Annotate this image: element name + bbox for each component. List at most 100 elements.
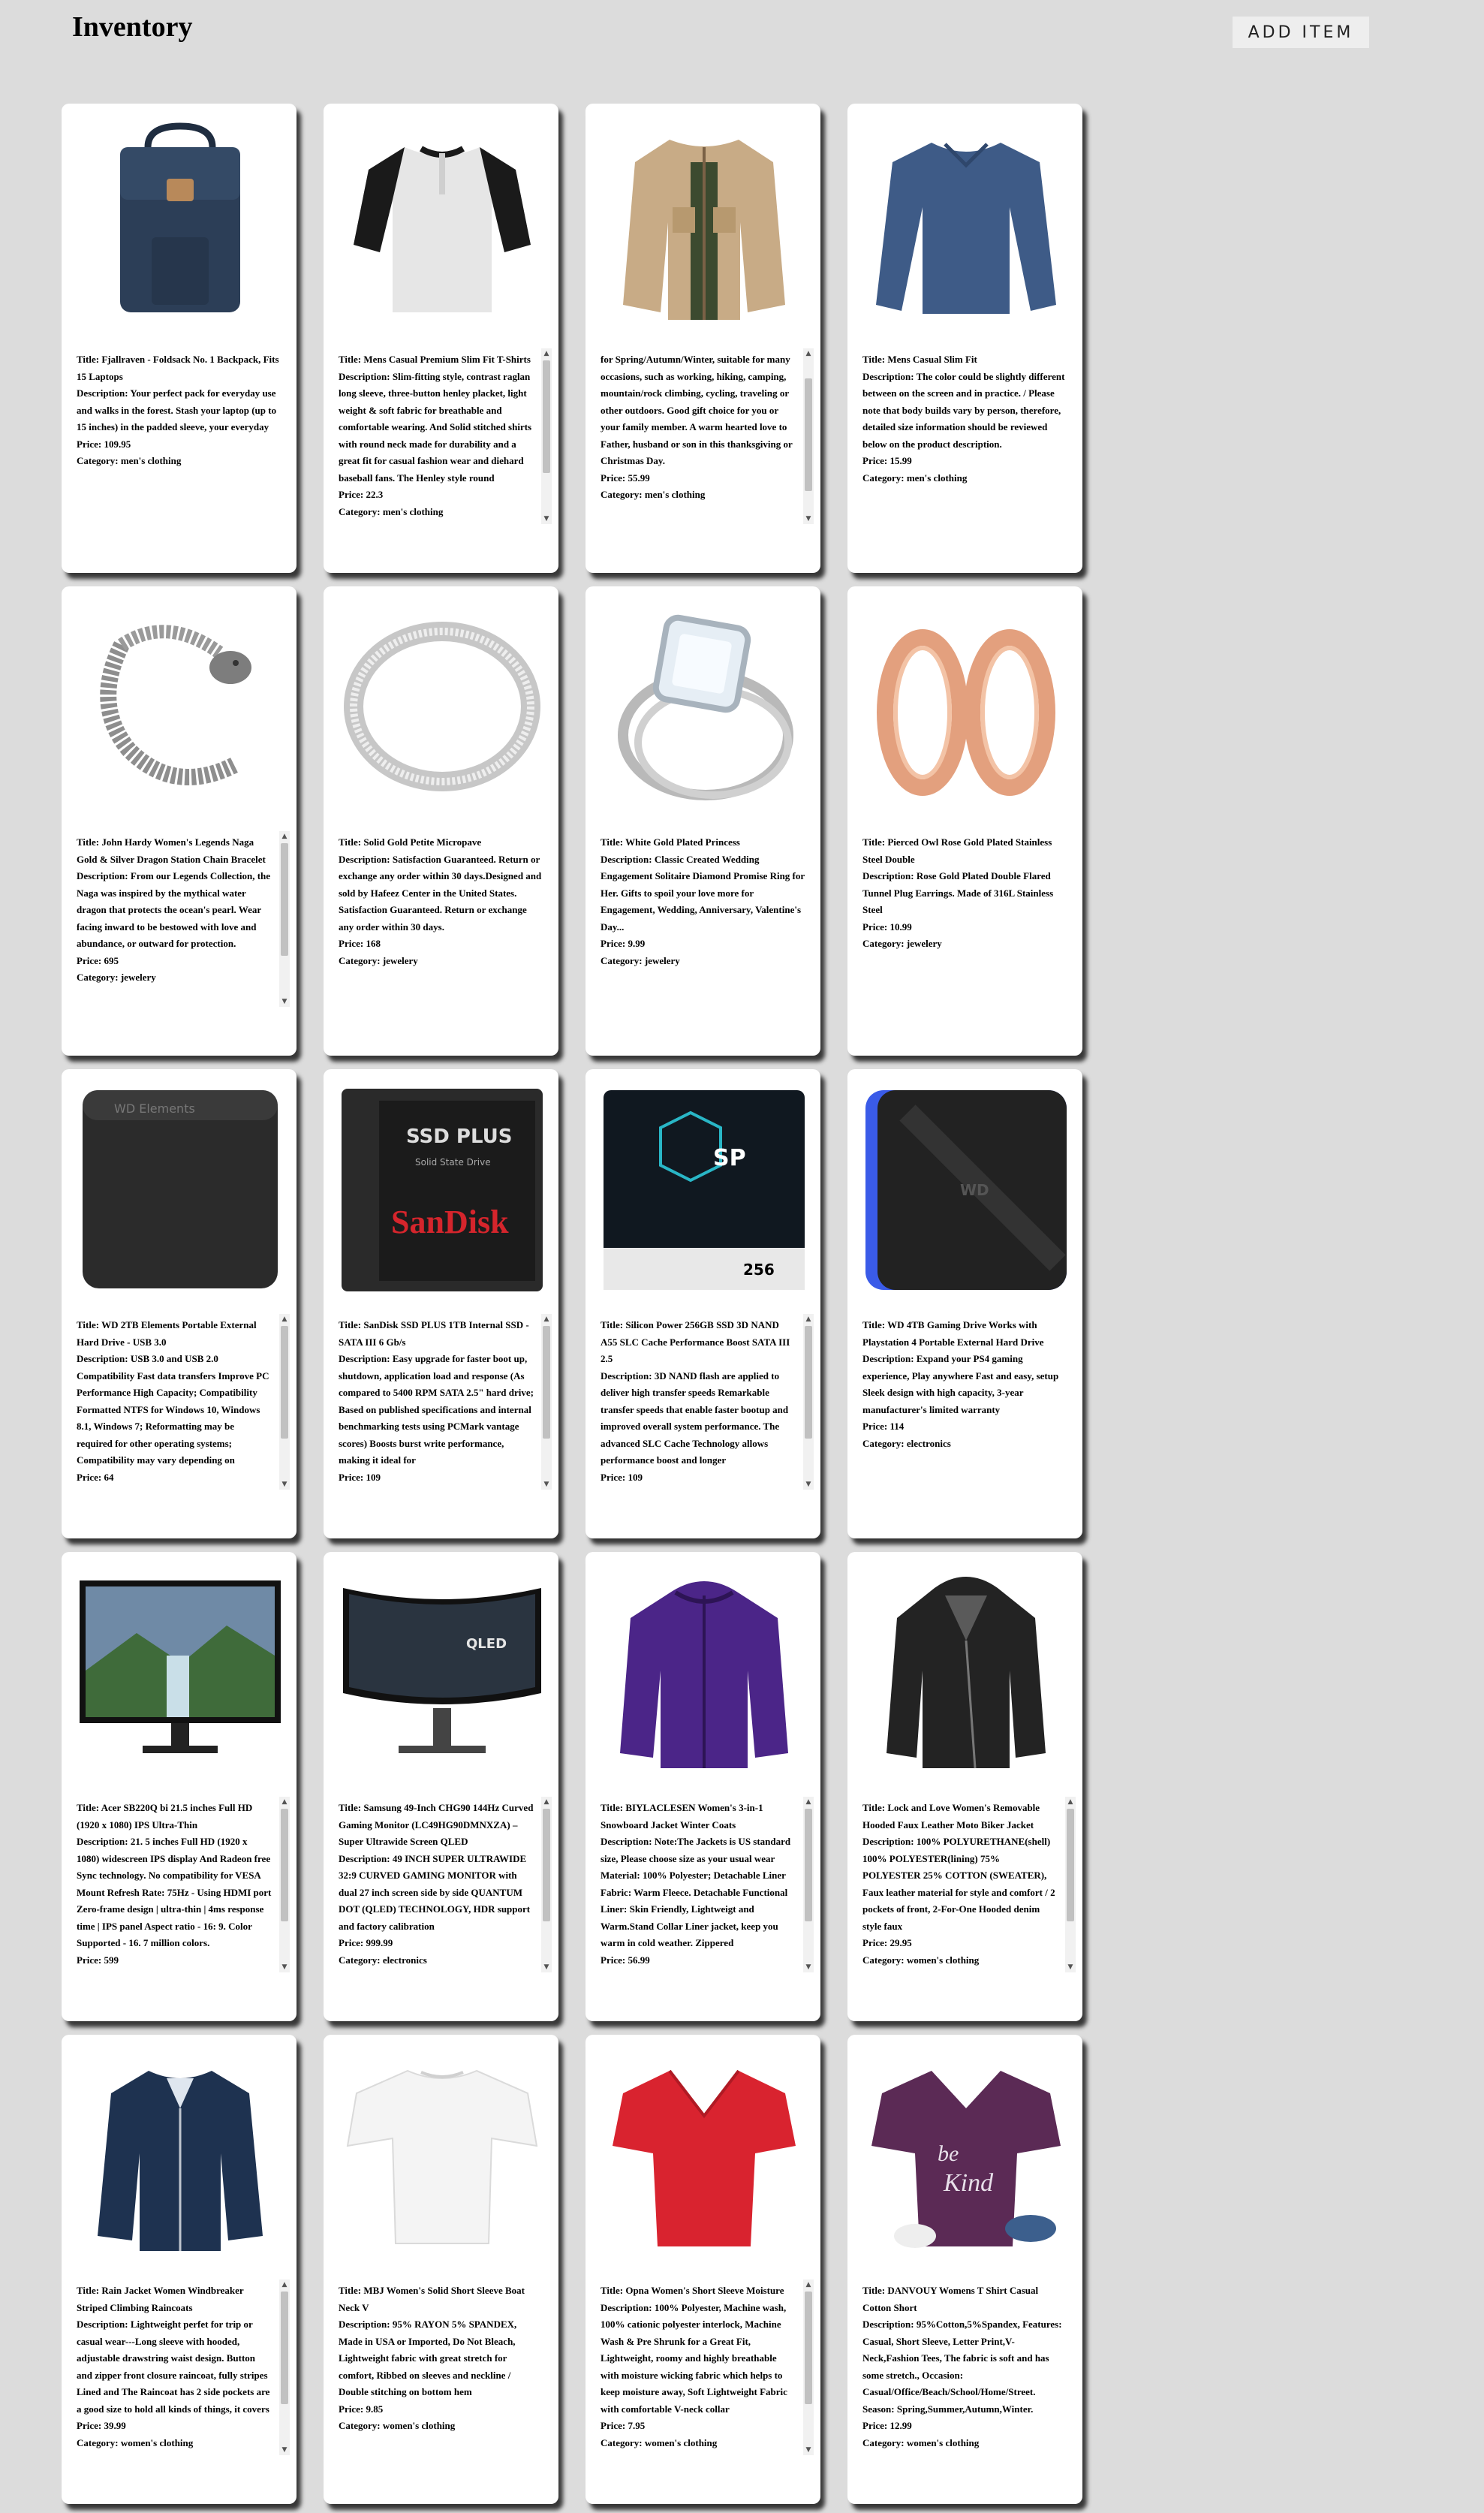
scroll-thumb[interactable]	[805, 1326, 812, 1439]
scroll-up-icon[interactable]: ▲	[541, 1314, 552, 1324]
product-category: Category: women's clothing	[862, 1952, 1058, 1969]
product-details[interactable]: Title: BIYLACLESEN Women's 3-in-1 Snowbo…	[601, 1800, 796, 1971]
title-value: DANVOUY Womens T Shirt Casual Cotton Sho…	[862, 2285, 1039, 2313]
product-card[interactable]: WD Elements Title: WD 2TB Elements Portab…	[62, 1069, 296, 1538]
scroll-thumb[interactable]	[805, 1809, 812, 1921]
scroll-down-icon[interactable]: ▼	[803, 1479, 814, 1490]
category-label: Category:	[77, 2436, 121, 2448]
scrollbar[interactable]: ▲ ▼	[279, 2279, 290, 2455]
product-card[interactable]: Title: Opna Women's Short Sleeve Moistur…	[585, 2035, 820, 2504]
product-card[interactable]: SP 256 Title: Silicon Power 256GB SSD 3D N…	[585, 1069, 820, 1538]
scroll-thumb[interactable]	[281, 1326, 288, 1439]
scroll-down-icon[interactable]: ▼	[279, 996, 290, 1007]
scroll-thumb[interactable]	[281, 1809, 288, 1921]
scroll-down-icon[interactable]: ▼	[541, 1962, 552, 1972]
product-card[interactable]: Title: John Hardy Women's Legends Naga G…	[62, 586, 296, 1056]
scroll-thumb[interactable]	[281, 2292, 288, 2404]
product-card[interactable]: Title: Lock and Love Women's Removable H…	[847, 1552, 1082, 2021]
product-card[interactable]: Title: MBJ Women's Solid Short Sleeve Bo…	[324, 2035, 558, 2504]
scroll-thumb[interactable]	[281, 843, 288, 956]
product-card[interactable]: SSD PLUS Solid State Drive SanDisk Title: S…	[324, 1069, 558, 1538]
scrollbar[interactable]: ▲ ▼	[803, 2279, 814, 2455]
scroll-thumb[interactable]	[805, 2292, 812, 2404]
scroll-down-icon[interactable]: ▼	[541, 1479, 552, 1490]
price-label: Price:	[862, 1937, 890, 1948]
scroll-down-icon[interactable]: ▼	[541, 514, 552, 524]
title-value: MBJ Women's Solid Short Sleeve Boat Neck…	[339, 2285, 525, 2313]
scrollbar[interactable]: ▲ ▼	[279, 1797, 290, 1972]
product-description: Description: 95% RAYON 5% SPANDEX, Made …	[339, 2316, 543, 2401]
scroll-up-icon[interactable]: ▲	[541, 348, 552, 359]
product-card[interactable]: Title: Rain Jacket Women Windbreaker Str…	[62, 2035, 296, 2504]
product-details[interactable]: Title: Mens Casual Premium Slim Fit T-Sh…	[339, 351, 534, 523]
product-card[interactable]: Title: White Gold Plated Princess Descrip…	[585, 586, 820, 1056]
scroll-up-icon[interactable]: ▲	[803, 2279, 814, 2290]
scrollbar[interactable]: ▲ ▼	[803, 1314, 814, 1490]
scroll-down-icon[interactable]: ▼	[279, 1962, 290, 1972]
scroll-up-icon[interactable]: ▲	[803, 1797, 814, 1807]
product-card[interactable]: for Spring/Autumn/Winter, suitable for m…	[585, 104, 820, 573]
scrollbar[interactable]: ▲ ▼	[279, 1314, 290, 1490]
scrollbar[interactable]: ▲ ▼	[1065, 1797, 1076, 1972]
product-title: Title: Samsung 49-Inch CHG90 144Hz Curve…	[339, 1800, 534, 1851]
product-price: Price: 9.99	[601, 936, 805, 953]
product-card[interactable]: Title: Mens Casual Slim Fit Description: …	[847, 104, 1082, 573]
scroll-thumb[interactable]	[543, 360, 550, 473]
scroll-up-icon[interactable]: ▲	[279, 1314, 290, 1324]
product-details[interactable]: for Spring/Autumn/Winter, suitable for m…	[601, 351, 796, 523]
scroll-down-icon[interactable]: ▼	[1065, 1962, 1076, 1972]
scroll-thumb[interactable]	[805, 378, 812, 491]
product-card[interactable]: Title: Acer SB220Q bi 21.5 inches Full H…	[62, 1552, 296, 2021]
scrollbar[interactable]: ▲ ▼	[803, 348, 814, 524]
add-item-button[interactable]: ADD ITEM	[1233, 17, 1369, 48]
scroll-up-icon[interactable]: ▲	[541, 1797, 552, 1807]
product-card[interactable]: Title: BIYLACLESEN Women's 3-in-1 Snowbo…	[585, 1552, 820, 2021]
scrollbar[interactable]: ▲ ▼	[541, 348, 552, 524]
title-label: Title:	[601, 836, 626, 848]
scroll-thumb[interactable]	[543, 1326, 550, 1439]
scroll-down-icon[interactable]: ▼	[803, 2445, 814, 2455]
product-details[interactable]: Title: Opna Women's Short Sleeve Moistur…	[601, 2282, 796, 2454]
scroll-up-icon[interactable]: ▲	[803, 348, 814, 359]
product-price: Price: 64	[77, 1469, 272, 1487]
scroll-down-icon[interactable]: ▼	[279, 1479, 290, 1490]
scroll-down-icon[interactable]: ▼	[803, 514, 814, 524]
title-label: Title:	[862, 354, 888, 365]
product-card[interactable]: QLED Title: Samsung 49-Inch CHG90 144Hz C…	[324, 1552, 558, 2021]
title-label: Title:	[77, 1319, 102, 1330]
scrollbar[interactable]: ▲ ▼	[279, 831, 290, 1007]
scroll-up-icon[interactable]: ▲	[803, 1314, 814, 1324]
svg-text:SP: SP	[713, 1145, 746, 1171]
product-card[interactable]: Title: Solid Gold Petite Micropave Descri…	[324, 586, 558, 1056]
product-details[interactable]: Title: Lock and Love Women's Removable H…	[862, 1800, 1058, 1971]
scroll-down-icon[interactable]: ▼	[803, 1962, 814, 1972]
scroll-down-icon[interactable]: ▼	[279, 2445, 290, 2455]
product-details[interactable]: Title: Samsung 49-Inch CHG90 144Hz Curve…	[339, 1800, 534, 1971]
scroll-up-icon[interactable]: ▲	[279, 1797, 290, 1807]
product-details[interactable]: Title: Silicon Power 256GB SSD 3D NAND A…	[601, 1317, 796, 1488]
scroll-up-icon[interactable]: ▲	[279, 831, 290, 842]
title-label: Title:	[339, 354, 364, 365]
scrollbar[interactable]: ▲ ▼	[541, 1797, 552, 1972]
product-details[interactable]: Title: Acer SB220Q bi 21.5 inches Full H…	[77, 1800, 272, 1971]
scroll-thumb[interactable]	[1067, 1809, 1074, 1921]
product-price: Price: 109	[601, 1469, 796, 1487]
product-details[interactable]: Title: SanDisk SSD PLUS 1TB Internal SSD…	[339, 1317, 534, 1488]
scroll-up-icon[interactable]: ▲	[1065, 1797, 1076, 1807]
title-value: Opna Women's Short Sleeve Moisture	[625, 2285, 784, 2296]
product-card[interactable]: Title: Pierced Owl Rose Gold Plated Stai…	[847, 586, 1082, 1056]
product-card[interactable]: be Kind Title: DANVOUY Womens T Shirt Casu…	[847, 2035, 1082, 2504]
scroll-up-icon[interactable]: ▲	[279, 2279, 290, 2290]
scroll-thumb[interactable]	[543, 1809, 550, 1921]
price-label: Price:	[601, 1471, 628, 1483]
category-value: men's clothing	[382, 505, 444, 517]
leather-jacket-image	[862, 1565, 1070, 1779]
scrollbar[interactable]: ▲ ▼	[541, 1314, 552, 1490]
product-card[interactable]: Title: Mens Casual Premium Slim Fit T-Sh…	[324, 104, 558, 573]
product-card[interactable]: Title: Fjallraven - Foldsack No. 1 Backp…	[62, 104, 296, 573]
product-card[interactable]: WD Title: WD 4TB Gaming Drive Works with …	[847, 1069, 1082, 1538]
product-details[interactable]: Title: John Hardy Women's Legends Naga G…	[77, 834, 272, 1005]
scrollbar[interactable]: ▲ ▼	[803, 1797, 814, 1972]
product-details[interactable]: Title: Rain Jacket Women Windbreaker Str…	[77, 2282, 272, 2454]
product-details[interactable]: Title: WD 2TB Elements Portable External…	[77, 1317, 272, 1488]
